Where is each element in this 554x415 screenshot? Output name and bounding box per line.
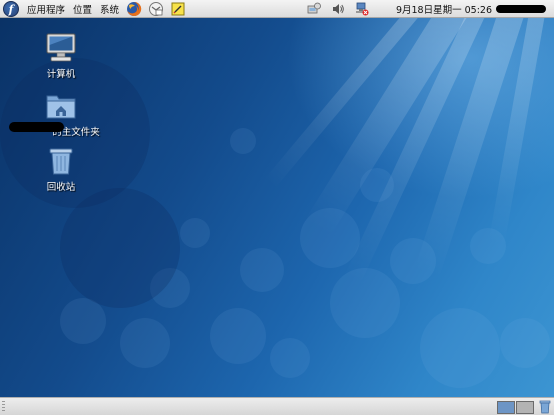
notes-launcher-icon[interactable] bbox=[170, 1, 186, 17]
bokeh-bubble bbox=[230, 128, 256, 154]
trash-applet-icon[interactable] bbox=[538, 400, 552, 414]
bottom-panel bbox=[0, 397, 554, 415]
top-panel: f 应用程序 位置 系统 9月18日星期一 05:26 bbox=[0, 0, 554, 18]
volume-icon[interactable] bbox=[331, 2, 345, 16]
desktop-item-label: 计算机 bbox=[46, 69, 76, 80]
bokeh-bubble bbox=[60, 188, 180, 308]
home-folder-icon bbox=[45, 90, 77, 122]
bokeh-bubble bbox=[470, 228, 506, 264]
desktop-item-label: 回收站 bbox=[46, 182, 76, 193]
redacted-username bbox=[9, 122, 64, 132]
trash-icon bbox=[45, 145, 77, 177]
bokeh-bubble bbox=[390, 238, 436, 284]
workspace-2[interactable] bbox=[516, 401, 534, 414]
menu-system[interactable]: 系统 bbox=[96, 2, 123, 16]
menu-places[interactable]: 位置 bbox=[69, 2, 96, 16]
network-disconnected-icon[interactable] bbox=[355, 2, 369, 16]
bokeh-bubble bbox=[500, 318, 550, 368]
bokeh-bubble bbox=[420, 308, 500, 388]
fedora-logo-icon[interactable]: f bbox=[3, 0, 19, 17]
desktop-background: 计算机 的主文件夹 回收站 bbox=[0, 18, 554, 397]
bokeh-bubble bbox=[60, 298, 106, 344]
bokeh-bubble bbox=[300, 208, 360, 268]
bokeh-bubble bbox=[330, 268, 400, 338]
clock[interactable]: 9月18日星期一 05:26 bbox=[396, 2, 492, 16]
mail-client-launcher-icon[interactable] bbox=[148, 1, 164, 17]
bokeh-bubble bbox=[210, 308, 266, 364]
bokeh-bubble bbox=[270, 338, 310, 378]
redacted-username bbox=[496, 5, 546, 13]
workspace-1[interactable] bbox=[497, 401, 515, 414]
desktop-item-computer[interactable]: 计算机 bbox=[26, 32, 96, 80]
bokeh-bubble bbox=[120, 318, 170, 368]
computer-icon bbox=[45, 32, 77, 64]
system-tray: 9月18日星期一 05:26 bbox=[302, 0, 554, 18]
menu-applications[interactable]: 应用程序 bbox=[23, 2, 69, 16]
bokeh-bubble bbox=[240, 248, 284, 292]
bokeh-bubble bbox=[360, 168, 394, 202]
desktop-item-trash[interactable]: 回收站 bbox=[26, 145, 96, 193]
update-notifier-icon[interactable] bbox=[307, 2, 321, 16]
panel-grip-handle[interactable] bbox=[2, 401, 5, 413]
bokeh-bubble bbox=[180, 218, 210, 248]
firefox-launcher-icon[interactable] bbox=[126, 1, 142, 17]
